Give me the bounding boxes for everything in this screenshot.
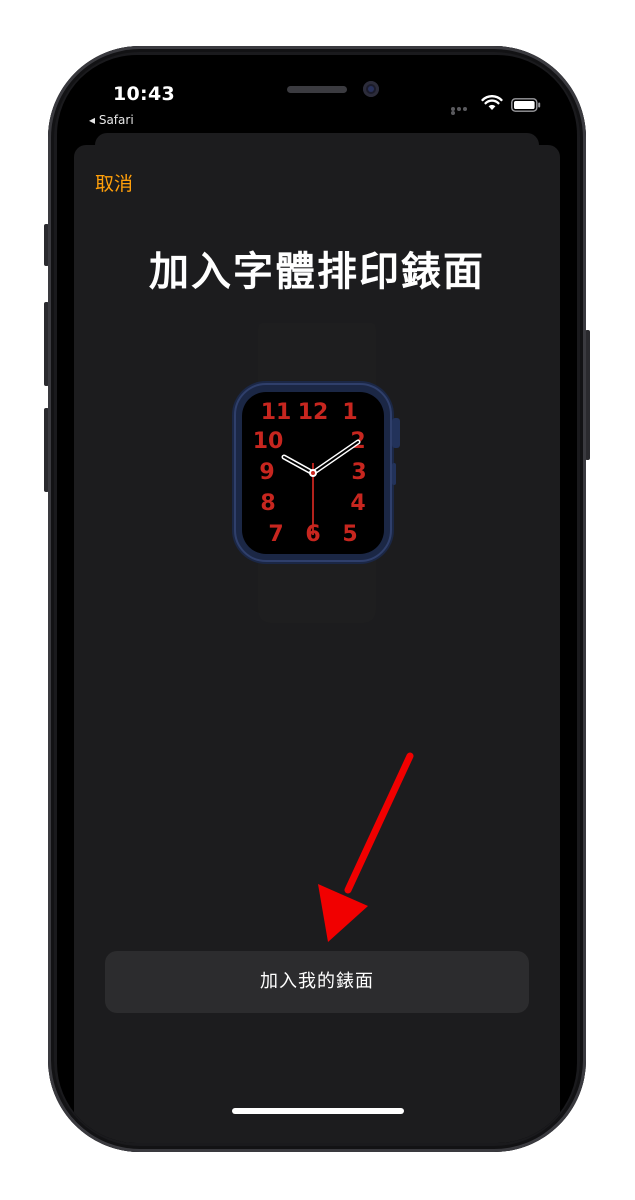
cancel-button[interactable]: 取消 bbox=[95, 169, 133, 196]
phone-screen: 10:43 ◂ Safari 取消 加入字體排印錶面 12 1 3 4 5 6 … bbox=[57, 55, 577, 1143]
watch-preview: 121234567891011 bbox=[232, 323, 400, 623]
watch-numeral-7: 7 bbox=[268, 522, 283, 547]
wifi-icon bbox=[481, 95, 503, 110]
watch-numeral-9: 9 bbox=[259, 460, 274, 485]
side-button bbox=[392, 463, 396, 485]
back-to-safari-link[interactable]: ◂ Safari bbox=[89, 113, 134, 127]
add-face-sheet: 取消 加入字體排印錶面 121234567891011 bbox=[74, 145, 560, 1143]
front-camera bbox=[363, 81, 379, 97]
earpiece-speaker bbox=[287, 86, 347, 93]
status-time: 10:43 bbox=[113, 83, 175, 105]
home-indicator[interactable] bbox=[232, 1108, 404, 1114]
watch-numeral-5: 5 bbox=[342, 522, 357, 547]
watch-numeral-11: 11 bbox=[261, 400, 292, 425]
add-to-my-faces-button[interactable]: 加入我的錶面 bbox=[105, 951, 529, 1013]
page-title: 加入字體排印錶面 bbox=[149, 249, 485, 295]
digital-crown bbox=[392, 418, 400, 448]
watch-numeral-12: 12 bbox=[298, 400, 329, 425]
signal-dots-icon bbox=[451, 107, 473, 115]
watch-numeral-10: 10 bbox=[253, 429, 284, 454]
watch-numeral-3: 3 bbox=[351, 460, 366, 485]
battery-icon bbox=[511, 98, 541, 112]
watch-numeral-1: 1 bbox=[342, 400, 357, 425]
watch-numeral-8: 8 bbox=[260, 491, 275, 516]
watch-numeral-4: 4 bbox=[350, 491, 365, 516]
